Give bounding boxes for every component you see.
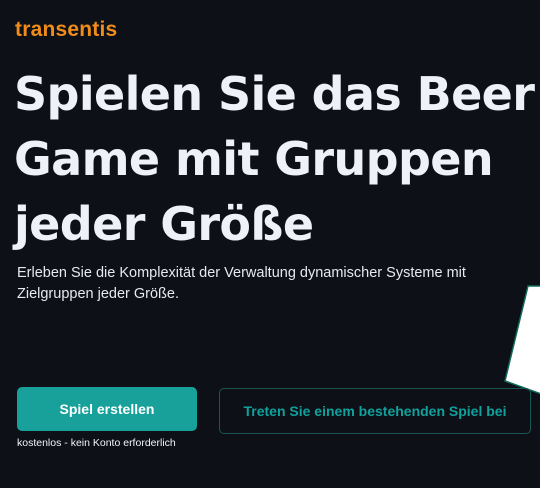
hero-title-line: jeder Größe bbox=[14, 197, 314, 251]
join-game-button[interactable]: Treten Sie einem bestehenden Spiel bei bbox=[219, 388, 531, 434]
hero-title: Spielen Sie das Beer Game mit Gruppen je… bbox=[14, 62, 540, 257]
hero-title-line: Spielen Sie das Beer bbox=[14, 67, 535, 121]
landing-page: transentis Spielen Sie das Beer Game mit… bbox=[0, 0, 540, 488]
hero-title-line: Game mit Gruppen bbox=[14, 132, 494, 186]
create-game-button[interactable]: Spiel erstellen bbox=[17, 387, 197, 431]
hero-subtitle: Erleben Sie die Komplexität der Verwaltu… bbox=[17, 265, 466, 302]
brand-logo[interactable]: transentis bbox=[15, 19, 117, 40]
create-game-note: kostenlos - kein Konto erforderlich bbox=[17, 437, 176, 449]
